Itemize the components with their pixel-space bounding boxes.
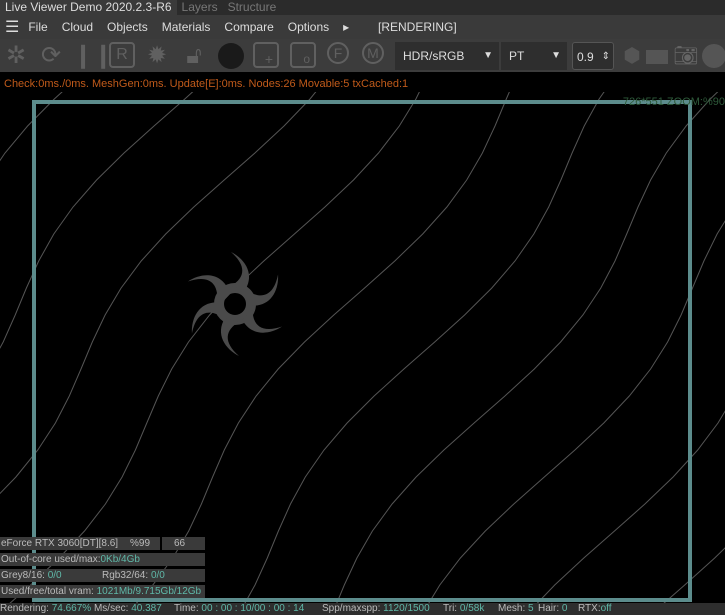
tab-structure[interactable]: Structure — [223, 0, 282, 15]
hamburger-menu-icon[interactable]: ☰ — [5, 17, 19, 37]
ooc-label: Out-of-core used/max: — [1, 554, 101, 565]
ms-label: Ms/sec: — [91, 603, 132, 614]
menu-materials[interactable]: Materials — [162, 20, 211, 34]
add-region-icon[interactable]: + — [253, 42, 279, 68]
menu-compare[interactable]: Compare — [224, 20, 273, 34]
region-icon[interactable]: o — [290, 42, 316, 68]
rtx-label: RTX: — [578, 603, 601, 614]
texture-info: Grey8/16: 0/0 Rgb32/64: 0/0 — [0, 569, 205, 582]
hexagon-icon[interactable]: ⬢ — [618, 42, 646, 70]
menu-more-arrow-icon[interactable]: ▸ — [343, 20, 349, 34]
tab-layers[interactable]: Layers — [177, 0, 223, 15]
spp-label: Spp/maxspp: — [322, 603, 384, 614]
gear-icon[interactable]: ✹ — [143, 42, 171, 70]
menu-objects[interactable]: Objects — [107, 20, 148, 34]
rendering-label: Rendering: — [0, 603, 52, 614]
vram-value: 1021Mb/9.715Gb/12Gb — [96, 586, 202, 597]
grey-value: 0/0 — [47, 570, 62, 581]
menu-options[interactable]: Options — [288, 20, 329, 34]
rectangle-icon[interactable] — [646, 50, 668, 64]
lock-icon[interactable]: 🔓︎ — [180, 42, 208, 70]
tri-label: Tri: — [443, 603, 460, 614]
camera-icon[interactable]: 📷︎ — [672, 42, 700, 70]
gpu-info: eForce RTX 3060[DT][8.6] %99 66 — [0, 537, 205, 550]
mesh-value: 5 — [528, 603, 534, 614]
octane-logo-icon — [185, 252, 285, 356]
grey-label: Grey8/16: — [1, 570, 48, 581]
imager-value: HDR/sRGB — [403, 49, 465, 63]
rendering-value: 74.667% — [51, 603, 92, 614]
spp-value: 1120/1500 — [383, 603, 430, 614]
kernel-select[interactable]: PT ▼ — [501, 42, 567, 70]
refresh-icon[interactable]: ⟳ — [37, 42, 65, 70]
rtx-value: off — [600, 603, 612, 614]
imager-select[interactable]: HDR/sRGB ▼ — [395, 42, 499, 70]
tab-live-viewer[interactable]: Live Viewer Demo 2020.2.3-R6 — [0, 0, 177, 15]
out-of-core-info: Out-of-core used/max:0Kb/4Gb — [0, 553, 205, 566]
r-icon[interactable]: R — [109, 42, 135, 68]
ooc-value: 0Kb/4Gb — [100, 554, 140, 565]
tri-value: 0/58k — [459, 603, 485, 614]
stepper-value: 0.9 — [577, 50, 594, 64]
octane-logo-icon[interactable]: ✲ — [2, 42, 30, 70]
material-pick-icon[interactable]: M — [362, 42, 384, 64]
kernel-value: PT — [509, 49, 525, 63]
vram-label: Used/free/total vram: — [1, 586, 97, 597]
zoom-readout: 726*551 ZOOM:%90 — [622, 96, 725, 108]
menu-cloud[interactable]: Cloud — [62, 20, 93, 34]
render-region-frame[interactable] — [32, 100, 692, 602]
vram-info: Used/free/total vram: 1021Mb/9.715Gb/12G… — [0, 585, 205, 598]
hair-label: Hair: — [538, 603, 562, 614]
bottom-status-bar: Rendering: 74.667% Ms/sec: 40.387 Time: … — [0, 603, 725, 615]
chevron-down-icon: ▼ — [551, 50, 561, 61]
rgb-value: 0/0 — [150, 570, 165, 581]
ms-value: 40.387 — [131, 603, 162, 614]
time-value: 00 : 00 : 10/00 : 00 : 14 — [201, 603, 305, 614]
time-label: Time: — [174, 603, 202, 614]
chevron-down-icon: ▼ — [483, 50, 493, 61]
menu-file[interactable]: File — [28, 20, 47, 34]
stepper-arrows-icon[interactable]: ⇕ — [602, 43, 610, 71]
sphere-preview-icon[interactable] — [702, 44, 725, 68]
status-line: Check:0ms./0ms. MeshGen:0ms. Update[E]:0… — [4, 78, 409, 90]
gpu-usage: %99 — [130, 538, 151, 549]
title-bar: Live Viewer Demo 2020.2.3-R6 Layers Stru… — [0, 0, 725, 15]
value-stepper[interactable]: 0.9 ⇕ — [572, 42, 614, 70]
rgb-label: Rgb32/64: — [102, 570, 151, 581]
gpu-temp: 66 — [160, 537, 185, 550]
mesh-label: Mesh: — [498, 603, 529, 614]
menu-bar: ☰ File Cloud Objects Materials Compare O… — [0, 15, 725, 39]
gpu-name: eForce RTX 3060[DT][8.6] — [1, 538, 119, 549]
render-state: [RENDERING] — [378, 20, 457, 34]
sphere-icon[interactable] — [218, 43, 244, 69]
focus-pick-icon[interactable]: F — [327, 42, 349, 64]
hair-value: 0 — [561, 603, 568, 614]
pause-icon[interactable]: ❙❙ — [73, 42, 113, 70]
toolbar: ✲ ⟳ ❙❙ R ✹ 🔓︎ + o F M HDR/sRGB ▼ PT ▼ 0.9 ⇕… — [0, 39, 725, 72]
